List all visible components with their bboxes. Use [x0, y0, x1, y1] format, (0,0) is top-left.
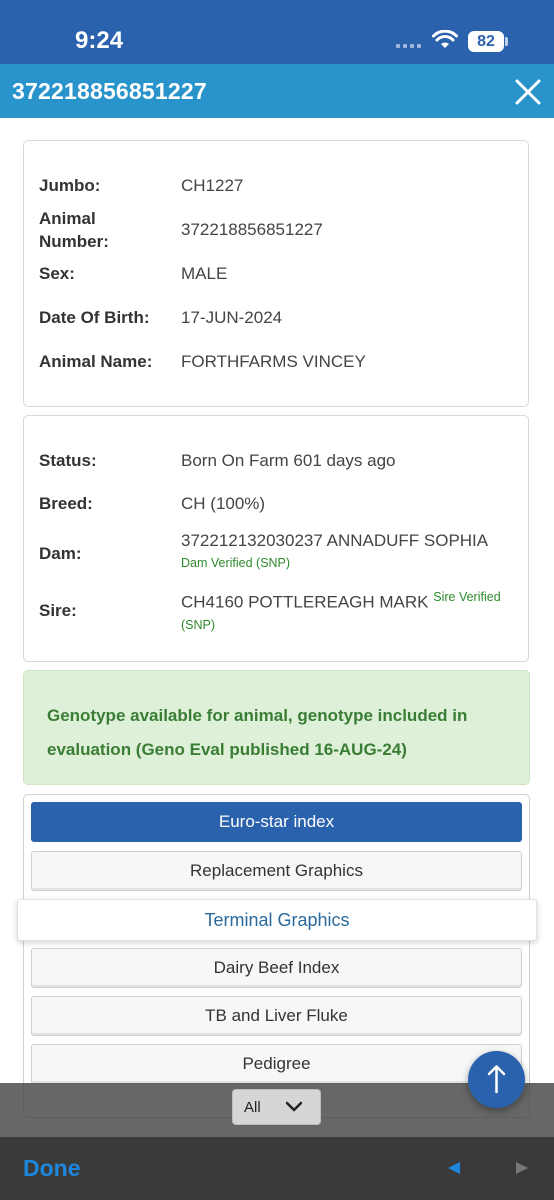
terminal-graphics-button[interactable]: Terminal Graphics [17, 899, 537, 941]
genotype-line-2: evaluation (Geno Eval published 16-AUG-2… [47, 740, 407, 759]
status-bar: 9:24 82 [0, 0, 554, 64]
status-time: 9:24 [75, 27, 124, 54]
dairy-beef-index-button[interactable]: Dairy Beef Index [31, 948, 522, 988]
prev-arrow-icon[interactable] [446, 1161, 462, 1175]
jumbo-value: CH1227 [181, 176, 244, 195]
chevron-down-icon [285, 1101, 303, 1112]
close-button[interactable] [512, 76, 544, 108]
battery-tip [505, 37, 508, 46]
status-value: Born On Farm 601 days ago [181, 451, 396, 470]
animal-number-label: Animal Number: [39, 209, 109, 251]
sire-verified-snp: (SNP) [181, 617, 216, 632]
euro-star-index-button[interactable]: Euro-star index [31, 802, 522, 842]
tb-liver-fluke-button[interactable]: TB and Liver Fluke [31, 996, 522, 1036]
scroll-to-top-button[interactable] [468, 1051, 525, 1108]
breed-value: CH (100%) [181, 494, 266, 513]
genotype-notice: Genotype available for animal, genotype … [23, 670, 530, 785]
wifi-icon [432, 30, 458, 48]
sex-value: MALE [181, 264, 228, 283]
genotype-line-1: Genotype available for animal, genotype … [47, 706, 468, 725]
sire-value-block: CH4160 POTTLEREAGH MARK Sire Verified (S… [181, 586, 521, 637]
next-arrow-icon[interactable] [514, 1161, 530, 1175]
dam-label: Dam: [39, 544, 82, 563]
jumbo-label: Jumbo: [39, 176, 101, 195]
title-bar: 372218856851227 [0, 64, 554, 118]
dam-value[interactable]: 372212132030237 ANNADUFF SOPHIA [181, 529, 521, 552]
dam-value-block: 372212132030237 ANNADUFF SOPHIA Dam Veri… [181, 529, 521, 575]
details-card: Status: Born On Farm 601 days ago Breed:… [23, 415, 529, 662]
page-title: 372218856851227 [12, 78, 207, 104]
filter-select[interactable]: All [232, 1089, 321, 1125]
animal-name-value: FORTHFARMS VINCEY [181, 352, 366, 371]
dam-verified-badge: Dam Verified (SNP) [181, 556, 291, 570]
cellular-signal-icon [396, 44, 421, 48]
battery-indicator: 82 [468, 31, 504, 52]
dob-label: Date Of Birth: [39, 308, 150, 327]
close-icon [515, 79, 541, 105]
arrow-up-icon [487, 1065, 506, 1094]
dob-value: 17-JUN-2024 [181, 308, 283, 327]
sire-label: Sire: [39, 601, 77, 620]
breed-label: Breed: [39, 494, 93, 513]
pedigree-button[interactable]: Pedigree [31, 1044, 522, 1084]
sire-value[interactable]: CH4160 POTTLEREAGH MARK [181, 593, 429, 612]
done-button[interactable]: Done [23, 1155, 81, 1182]
animal-number-value: 372218856851227 [181, 220, 323, 239]
filter-select-value: All [244, 1099, 261, 1116]
identity-card: Jumbo: CH1227 Animal Number: 37221885685… [23, 140, 529, 407]
picker-toolbar: Done [0, 1137, 554, 1200]
animal-name-label: Animal Name: [39, 352, 153, 371]
sire-verified-badge: Sire Verified [433, 590, 501, 604]
replacement-graphics-button[interactable]: Replacement Graphics [31, 851, 522, 891]
sex-label: Sex: [39, 264, 75, 283]
status-label: Status: [39, 451, 97, 470]
